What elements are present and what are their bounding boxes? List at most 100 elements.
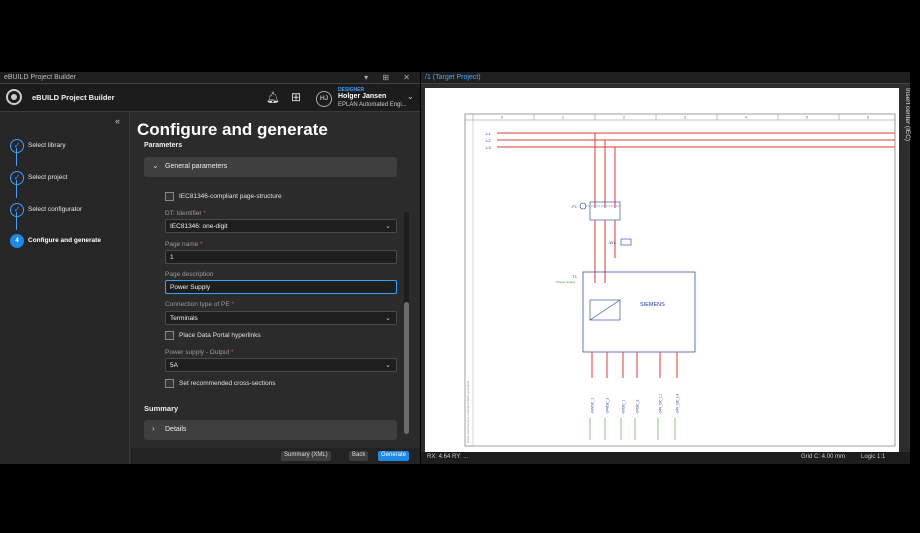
- app-logo-icon: [6, 89, 22, 105]
- side-tab-label: Insert center (IEC): [904, 88, 911, 142]
- generate-button[interactable]: Generate: [378, 451, 410, 461]
- chevron-down-icon: ⌄: [385, 223, 391, 230]
- output-label: -24VDC_2: [606, 398, 610, 414]
- schematic-tab-title[interactable]: /1 (Target Project): [421, 72, 910, 84]
- column-number: 3: [684, 116, 686, 120]
- general-parameters-accordion[interactable]: ⌄ General parameters: [144, 157, 397, 177]
- maximize-icon[interactable]: ⊞: [382, 73, 395, 82]
- field-label: Power supply - Output *: [165, 349, 234, 356]
- field-label: Page name *: [165, 241, 203, 248]
- close-icon[interactable]: ✕: [403, 73, 416, 82]
- accordion-title: Details: [165, 426, 187, 433]
- input-value: 1: [170, 254, 174, 261]
- brand-label: SIEMENS: [640, 302, 665, 308]
- green-annotation: =Power Supply: [555, 280, 576, 284]
- output-label: -0VDC_1: [622, 400, 626, 414]
- device-label: -F1: [571, 204, 578, 209]
- collapse-panel-icon[interactable]: «: [115, 116, 120, 126]
- scrollbar[interactable]: [404, 212, 409, 434]
- accordion-title: General parameters: [165, 163, 228, 170]
- user-name: Holger Jansen: [338, 93, 387, 100]
- step-label: Select configurator: [28, 206, 83, 213]
- configure-content: Configure and generate Parameters ⌄ Gene…: [131, 112, 420, 464]
- cursor-readout: RX: 4.64 RY: ...: [427, 454, 469, 460]
- back-button[interactable]: Back: [349, 451, 369, 461]
- field-label: DT: Identifier *: [165, 210, 206, 217]
- checkbox-label: Place Data Portal hyperlinks: [179, 332, 261, 339]
- checkbox-label: Set recommended cross-sections: [179, 380, 276, 387]
- device-w1: [620, 238, 632, 246]
- insert-center-side-tab[interactable]: Insert center (IEC): [901, 88, 911, 158]
- column-number: 6: [867, 116, 869, 120]
- select-value: Terminals: [170, 315, 198, 322]
- user-company: EPLAN Automated Engi...: [338, 102, 407, 108]
- wizard-stepper: « ✓ Select library ✓ Select project ✓ Se…: [0, 112, 130, 464]
- check-icon: ✓: [10, 203, 24, 217]
- schematic-sheet[interactable]: 0 1 2 3 4 5 6 -L1 -L2 -L3 -F1 -W1 -T1 SIEMENS …: [425, 88, 899, 452]
- iec-compliant-checkbox[interactable]: [165, 192, 174, 201]
- rail-label: -L2: [485, 138, 492, 143]
- checkbox-label: IEC81346-compliant page-structure: [179, 193, 282, 200]
- project-builder-window: eBUILD Project Builder ▾ ⊞ ✕ eBUILD Proj…: [0, 72, 420, 464]
- data-portal-checkbox[interactable]: [165, 331, 174, 340]
- page-name-input[interactable]: 1: [165, 250, 397, 264]
- sheet-frame: [464, 113, 896, 447]
- chevron-down-icon: ⌄: [152, 161, 159, 170]
- app-name: eBUILD Project Builder: [32, 93, 115, 102]
- step-number: 4: [10, 234, 24, 248]
- output-label: -24V_DC_L4: [676, 394, 680, 414]
- breaker-handle: [579, 202, 587, 210]
- chevron-down-icon: ⌄: [385, 315, 391, 322]
- column-number: 1: [562, 116, 564, 120]
- window-controls[interactable]: ▾ ⊞ ✕: [364, 73, 416, 82]
- input-value: Power Supply: [170, 284, 211, 291]
- column-number: 5: [806, 116, 808, 120]
- parameters-heading: Parameters: [144, 142, 183, 149]
- column-number: 4: [745, 116, 747, 120]
- scrollbar-thumb[interactable]: [404, 302, 409, 434]
- field-label: Page description: [165, 271, 214, 278]
- app-header: eBUILD Project Builder 🔔︎ ⊞ HJ DESIGNER …: [0, 84, 420, 112]
- device-label: -W1: [608, 240, 616, 245]
- details-accordion[interactable]: › Details: [144, 420, 397, 440]
- avatar[interactable]: HJ: [316, 91, 332, 107]
- column-number: 0: [501, 116, 503, 120]
- chevron-down-icon[interactable]: ⌄: [407, 92, 414, 101]
- step-label: Select library: [28, 142, 66, 149]
- connection-pe-select[interactable]: Terminals ⌄: [165, 311, 397, 325]
- step-label: Configure and generate: [28, 237, 101, 244]
- converter-diagonal: [589, 299, 621, 321]
- schematic-status-bar: RX: 4.64 RY: ... Grid C: 4.00 mm Logic 1…: [421, 452, 910, 464]
- schematic-window: /1 (Target Project) Insert center (IEC) …: [421, 72, 911, 464]
- select-value: IEC81346: one-digit: [170, 223, 228, 230]
- rail-label: -L1: [485, 131, 492, 136]
- output-wires: -24VDC_1 -24VDC_2 -0VDC_1 -0VDC_2 -24V_DC_L1…: [589, 352, 680, 440]
- rail-label: -L3: [485, 145, 492, 150]
- logic-readout: Logic 1:1: [861, 454, 886, 460]
- select-value: 5A: [170, 362, 178, 369]
- column-number: 2: [623, 116, 625, 120]
- power-supply-output-select[interactable]: 5A ⌄: [165, 358, 397, 372]
- summary-heading: Summary: [144, 404, 179, 413]
- cross-sections-checkbox[interactable]: [165, 379, 174, 388]
- page-title: Configure and generate: [137, 120, 328, 139]
- column-numbers: 0 1 2 3 4 5 6: [472, 114, 869, 120]
- output-label: -0VDC_2: [636, 400, 640, 414]
- grid-readout: Grid C: 4.00 mm: [801, 454, 846, 460]
- page-description-input[interactable]: Power Supply: [165, 280, 397, 294]
- chevron-right-icon: ›: [152, 424, 155, 433]
- project-builder-titlebar: eBUILD Project Builder ▾ ⊞ ✕: [0, 72, 420, 84]
- power-supply-t1: [582, 271, 696, 353]
- check-icon: ✓: [10, 139, 24, 153]
- wizard-footer: Summary (XML) Back Generate: [131, 448, 420, 464]
- check-icon: ✓: [10, 171, 24, 185]
- pin-icon[interactable]: ▾: [364, 73, 374, 82]
- dt-identifier-select[interactable]: IEC81346: one-digit ⌄: [165, 219, 397, 233]
- output-label: -24VDC_1: [591, 398, 595, 414]
- schematic-drawing: 0 1 2 3 4 5 6 -L1 -L2 -L3 -F1 -W1 -T1 SIEMENS …: [464, 113, 896, 447]
- summary-xml-button[interactable]: Summary (XML): [281, 451, 331, 461]
- apps-grid-icon[interactable]: ⊞: [291, 90, 301, 104]
- sheet-note: Diese Zeichnung ist urheberrechtlich ges…: [466, 380, 470, 443]
- step-label: Select project: [28, 174, 68, 181]
- bell-icon[interactable]: 🔔︎: [266, 91, 280, 104]
